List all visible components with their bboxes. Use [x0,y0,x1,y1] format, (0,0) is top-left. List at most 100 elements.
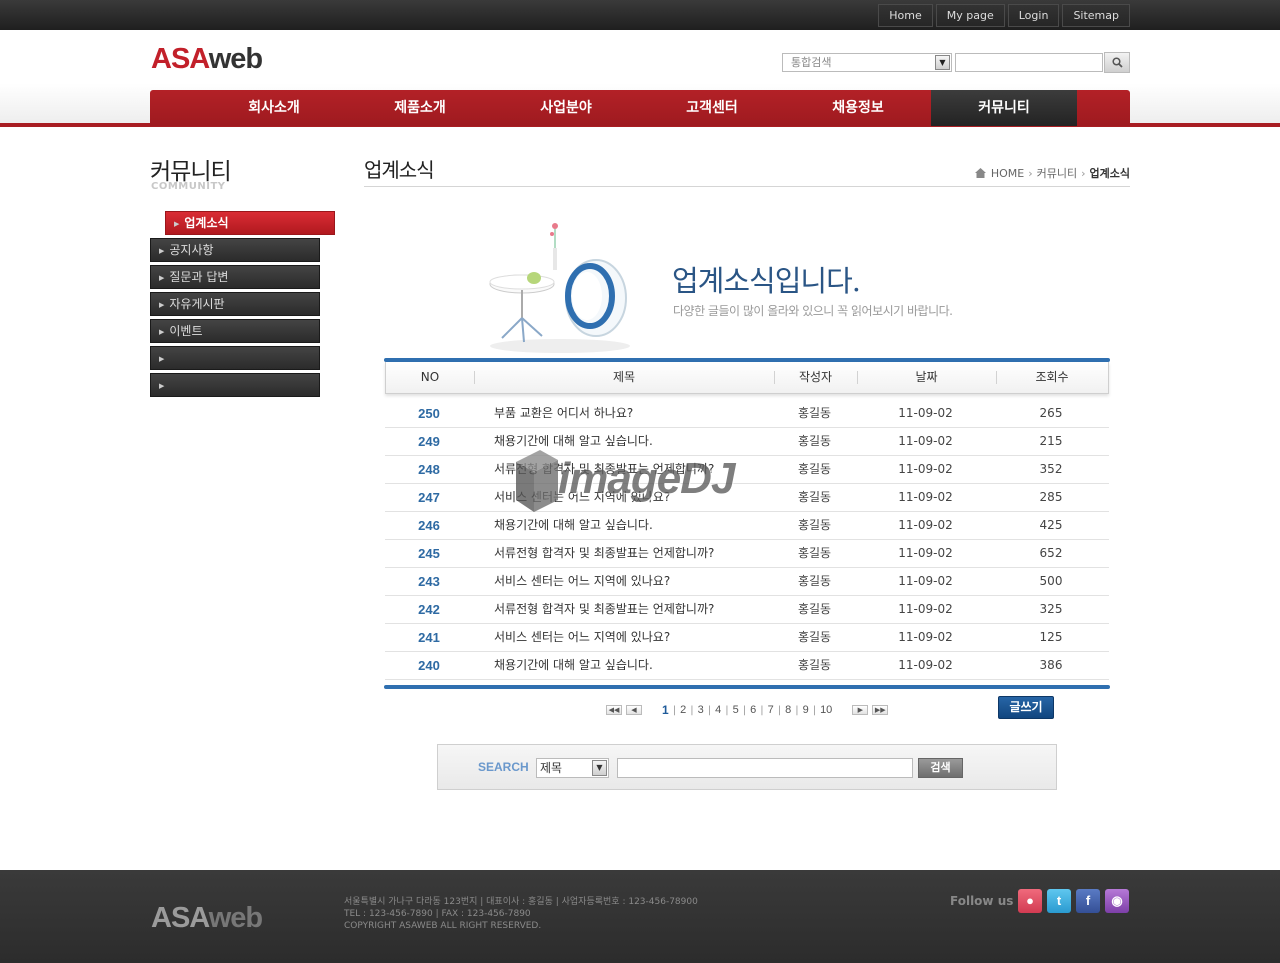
sidebar-item-news[interactable]: ▶ 업계소식 [165,211,335,235]
util-mypage-link[interactable]: My page [935,4,1005,27]
gnb-item-support[interactable]: 고객센터 [639,90,785,126]
chevron-right-icon: › [1081,166,1086,180]
table-header: NO 제목 작성자 날짜 조회수 [385,362,1109,394]
top-search-input[interactable] [955,53,1103,72]
footer-info: 서울특별시 가나구 다라동 123번지 | 대표이사 : 홍길동 | 사업자등록… [344,897,698,931]
table-row[interactable]: 241 서비스 센터는 어느 지역에 있나요? 홍길동 11-09-02 125 [385,624,1109,652]
sidebar-item-freeboard[interactable]: ▶ 자유게시판 [150,292,320,316]
post-title-link[interactable]: 서류전형 합격자 및 최종발표는 언제합니까? [473,540,773,567]
sidebar-item-qna[interactable]: ▶ 질문과 답변 [150,265,320,289]
table-row[interactable]: 243 서비스 센터는 어느 지역에 있나요? 홍길동 11-09-02 500 [385,568,1109,596]
breadcrumb-current: 업계소식 [1089,167,1130,180]
caret-right-icon: ▶ [159,247,165,255]
watermark: imageDJ [512,448,768,518]
sidebar-menu: ▶ 업계소식 ▶ 공지사항 ▶ 질문과 답변 ▶ 자유게시판 ▶ 이벤트 ▶ ▶ [150,211,335,400]
caret-right-icon: ▶ [159,328,165,336]
write-button[interactable]: 글쓰기 [998,696,1054,719]
post-title-link[interactable]: 서비스 센터는 어느 지역에 있나요? [473,568,773,595]
utility-links: Home My page Login Sitemap [875,4,1130,27]
table-row[interactable]: 245 서류전형 합격자 및 최종발표는 언제합니까? 홍길동 11-09-02… [385,540,1109,568]
follow-label: Follow us : [950,894,1023,908]
page-2[interactable]: 2 [676,704,690,716]
page-9[interactable]: 9 [799,704,813,716]
page-5[interactable]: 5 [729,704,743,716]
post-title-link[interactable]: 채용기간에 대해 알고 싶습니다. [473,652,773,679]
search-icon [1111,57,1123,68]
table-row[interactable]: 240 채용기간에 대해 알고 싶습니다. 홍길동 11-09-02 386 [385,652,1109,680]
util-login-link[interactable]: Login [1007,4,1060,27]
prev-page-button[interactable]: ◀ [626,705,642,715]
top-search-button[interactable] [1104,52,1130,73]
header-no: NO [420,370,440,384]
breadcrumb-community[interactable]: 커뮤니티 [1037,165,1077,181]
gnb-item-business[interactable]: 사업분야 [493,90,639,126]
footer-logo: ASAweb [151,902,263,934]
first-page-button[interactable]: ◀◀ [606,705,622,715]
sidebar-item-notice[interactable]: ▶ 공지사항 [150,238,320,262]
home-icon [974,168,986,178]
gnb-item-recruit[interactable]: 채용정보 [785,90,931,126]
sidebar-item-empty-1[interactable]: ▶ [150,346,320,370]
chevron-right-icon: › [1028,166,1033,180]
breadcrumb-home[interactable]: HOME [991,167,1024,180]
search-field-select[interactable]: 제목 ▼ [536,758,609,778]
table-row[interactable]: 242 서류전형 합격자 및 최종발표는 언제합니까? 홍길동 11-09-02… [385,596,1109,624]
me2day-icon[interactable]: ● [1018,889,1042,913]
util-home-link[interactable]: Home [878,4,933,27]
page-10[interactable]: 10 [816,704,836,716]
page-1[interactable]: 1 [658,703,673,717]
post-title-link[interactable]: 부품 교환은 어디서 하나요? [473,400,773,427]
page-6[interactable]: 6 [746,704,760,716]
header-views: 조회수 [996,362,1108,393]
facebook-icon[interactable]: f [1076,889,1100,913]
next-page-button[interactable]: ▶ [852,705,869,715]
visual-title: 업계소식입니다. [672,264,861,298]
breadcrumb: HOME › 커뮤니티 › 업계소식 [974,165,1130,181]
last-page-button[interactable]: ▶▶ [872,705,889,715]
social-links: ● t f ◉ [1018,889,1134,913]
table-bottom-border [384,685,1110,689]
page-title: 업계소식 [364,158,435,182]
post-title-link[interactable]: 서류전형 합격자 및 최종발표는 언제합니까? [473,596,773,623]
cube-logo-icon [516,450,558,512]
main-navigation: 회사소개 제품소개 사업분야 고객센터 채용정보 커뮤니티 [150,90,1130,126]
table-row[interactable]: 250 부품 교환은 어디서 하나요? 홍길동 11-09-02 265 [385,400,1109,428]
sidebar-item-event[interactable]: ▶ 이벤트 [150,319,320,343]
visual-subtitle: 다양한 글들이 많이 올라와 있으니 꼭 읽어보시기 바랍니다. [673,304,953,318]
chevron-down-icon: ▼ [592,760,607,776]
board-search: SEARCH 제목 ▼ 검색 [437,744,1057,790]
caret-right-icon: ▶ [174,220,180,228]
top-search: 통합검색 ▼ [782,52,1130,73]
pagination: ◀◀ ◀ 1 | 2 | 3 | 4 | 5 | 6 | 7 | 8 | 9 | 10 ▶ ▶▶ [606,703,889,717]
gnb-item-company[interactable]: 회사소개 [201,90,347,126]
header: ASAweb 통합검색 ▼ 회사소개 제품소개 사업분야 고객센터 채용정보 커… [0,30,1280,127]
page-8[interactable]: 8 [781,704,795,716]
top-utility-bar: Home My page Login Sitemap [0,0,1280,30]
header-author: 작성자 [774,362,857,393]
caret-right-icon: ▶ [159,355,165,363]
chevron-down-icon: ▼ [935,55,950,70]
util-sitemap-link[interactable]: Sitemap [1062,4,1130,27]
gnb-item-community[interactable]: 커뮤니티 [931,90,1077,126]
title-divider [364,186,1130,187]
page-7[interactable]: 7 [764,704,778,716]
location-pin-icon[interactable]: ◉ [1105,889,1129,913]
sidebar-item-empty-2[interactable]: ▶ [150,373,320,397]
search-input[interactable] [617,758,913,778]
search-button[interactable]: 검색 [918,758,963,778]
page-4[interactable]: 4 [711,704,725,716]
caret-right-icon: ▶ [159,274,165,282]
caret-right-icon: ▶ [159,301,165,309]
table-body: 250 부품 교환은 어디서 하나요? 홍길동 11-09-02 265 249… [385,400,1109,680]
twitter-icon[interactable]: t [1047,889,1071,913]
header-date: 날짜 [857,362,996,393]
search-label: SEARCH [478,760,529,774]
gnb-item-products[interactable]: 제품소개 [347,90,493,126]
top-search-select[interactable]: 통합검색 ▼ [782,53,952,72]
page-3[interactable]: 3 [694,704,708,716]
caret-right-icon: ▶ [159,382,165,390]
site-logo[interactable]: ASAweb [151,43,263,76]
chair-table-illustration [489,223,630,353]
post-title-link[interactable]: 서비스 센터는 어느 지역에 있나요? [473,624,773,651]
footer: ASAweb 서울특별시 가나구 다라동 123번지 | 대표이사 : 홍길동 … [0,870,1280,963]
